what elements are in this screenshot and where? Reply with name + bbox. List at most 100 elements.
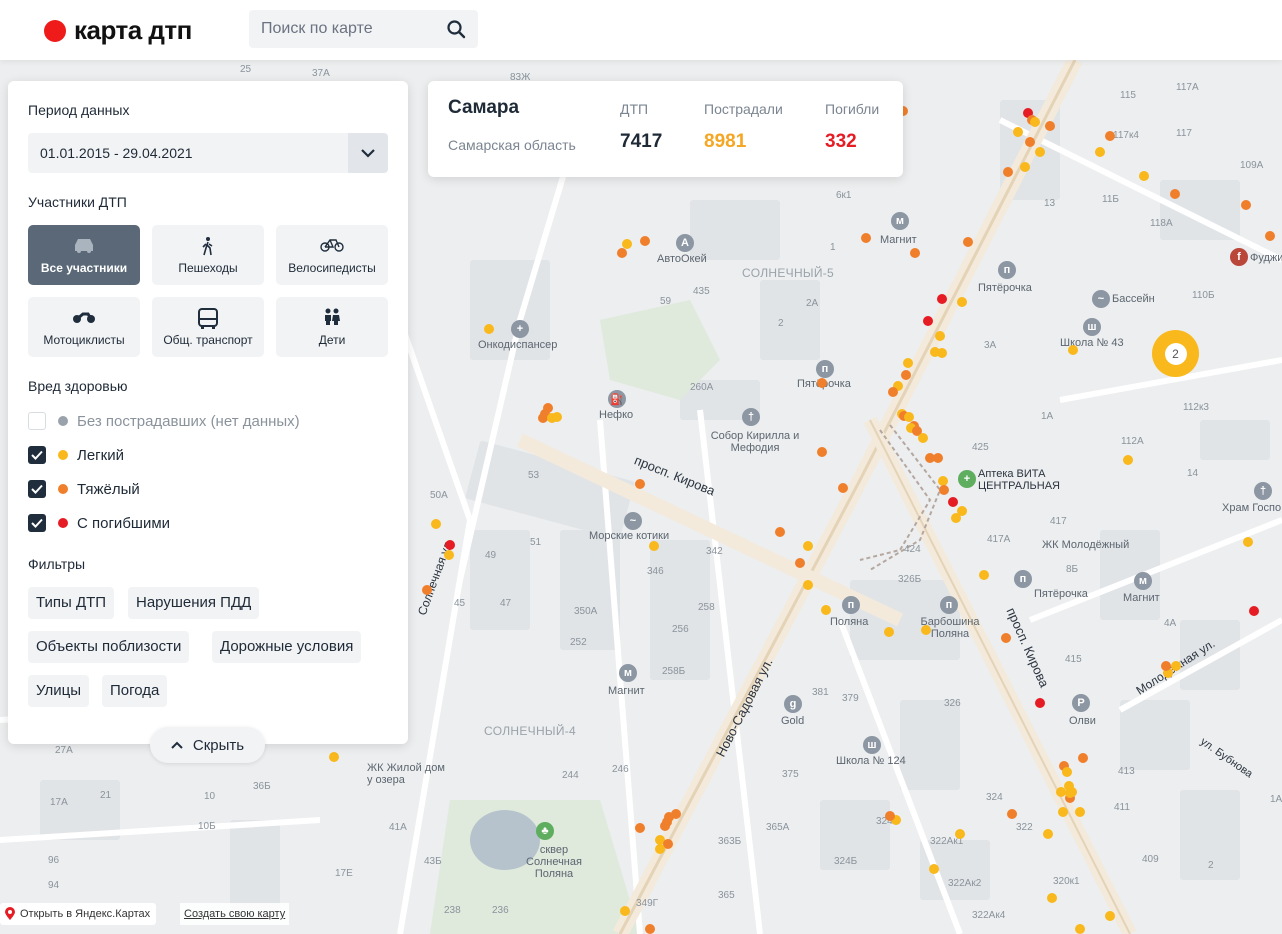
create-map-link[interactable]: Создать свою карту — [180, 903, 290, 925]
search-icon[interactable] — [446, 19, 466, 39]
accident-marker[interactable] — [963, 237, 973, 247]
poi-label[interactable]: Онкодиспансер — [478, 339, 557, 351]
accident-marker[interactable] — [1068, 345, 1078, 355]
accident-marker[interactable] — [1043, 829, 1053, 839]
open-in-yandex-link[interactable]: Открыть в Яндекс.Картах — [0, 903, 157, 925]
accident-marker[interactable] — [640, 236, 650, 246]
accident-marker[interactable] — [617, 248, 627, 258]
poi-label[interactable]: Магнит — [1123, 592, 1160, 604]
checkbox-checked[interactable] — [28, 446, 46, 464]
shop-icon[interactable]: п — [998, 261, 1016, 279]
poi-label[interactable]: Храм Госпо — [1222, 502, 1281, 514]
accident-marker[interactable] — [775, 527, 785, 537]
shop-icon[interactable]: м — [891, 212, 909, 230]
participant-transport-button[interactable]: Общ. транспорт — [152, 297, 264, 357]
harm-light-checkbox[interactable]: Легкий — [28, 445, 124, 465]
church-icon[interactable]: † — [1254, 482, 1272, 500]
hide-panel-button[interactable]: Скрыть — [150, 727, 265, 763]
site-logo[interactable]: карта дтп — [44, 15, 192, 46]
shop-icon[interactable]: м — [1134, 572, 1152, 590]
participant-cyclists-button[interactable]: Велосипедисты — [276, 225, 388, 285]
fuel-icon[interactable]: P — [1072, 694, 1090, 712]
accident-marker[interactable] — [1243, 537, 1253, 547]
accident-cluster[interactable]: 2 — [1152, 330, 1199, 377]
accident-marker[interactable] — [620, 906, 630, 916]
sport-icon[interactable]: ~ — [624, 512, 642, 530]
accident-marker[interactable] — [918, 433, 928, 443]
poi-label[interactable]: Нефко — [599, 409, 633, 421]
accident-marker[interactable] — [431, 519, 441, 529]
poi-label[interactable]: Олви — [1069, 715, 1096, 727]
accident-marker[interactable] — [957, 297, 967, 307]
accident-marker[interactable] — [935, 331, 945, 341]
accident-marker[interactable] — [979, 570, 989, 580]
shop-icon[interactable]: п — [842, 596, 860, 614]
school-icon[interactable]: ш — [863, 736, 881, 754]
accident-marker[interactable] — [884, 627, 894, 637]
filter-weather[interactable]: Погода — [102, 675, 168, 707]
checkbox-checked[interactable] — [28, 480, 46, 498]
accident-marker[interactable] — [1003, 167, 1013, 177]
accident-marker[interactable] — [1249, 606, 1259, 616]
poi-label[interactable]: Собор Кирилла и Мефодия — [710, 430, 800, 454]
accident-marker[interactable] — [937, 294, 947, 304]
accident-marker[interactable] — [1241, 200, 1251, 210]
accident-marker[interactable] — [1170, 189, 1180, 199]
checkbox-unchecked[interactable] — [28, 412, 46, 430]
accident-marker[interactable] — [910, 248, 920, 258]
accident-marker[interactable] — [671, 809, 681, 819]
filter-road-conditions[interactable]: Дорожные условия — [212, 631, 362, 663]
checkbox-checked[interactable] — [28, 514, 46, 532]
filter-streets[interactable]: Улицы — [28, 675, 90, 707]
accident-marker[interactable] — [939, 485, 949, 495]
accident-marker[interactable] — [923, 316, 933, 326]
accident-marker[interactable] — [1058, 807, 1068, 817]
jewelry-icon[interactable]: g — [784, 695, 802, 713]
accident-marker[interactable] — [1265, 231, 1275, 241]
accident-marker[interactable] — [838, 483, 848, 493]
filter-violations[interactable]: Нарушения ПДД — [128, 587, 260, 619]
accident-marker[interactable] — [901, 370, 911, 380]
park-icon[interactable]: ♣ — [536, 822, 554, 840]
poi-label[interactable]: Пятёрочка — [978, 282, 1032, 294]
participant-motorcyclists-button[interactable]: Мотоциклисты — [28, 297, 140, 357]
accident-marker[interactable] — [1095, 147, 1105, 157]
accident-marker[interactable] — [1123, 455, 1133, 465]
poi-label[interactable]: Фуджи — [1250, 252, 1282, 264]
accident-marker[interactable] — [1062, 767, 1072, 777]
poi-label[interactable]: Аптека ВИТА ЦЕНТРАЛЬНАЯ — [978, 468, 1068, 492]
accident-marker[interactable] — [937, 348, 947, 358]
accident-marker[interactable] — [1007, 809, 1017, 819]
shop-icon[interactable]: п — [1014, 570, 1032, 588]
participant-pedestrians-button[interactable]: Пешеходы — [152, 225, 264, 285]
accident-marker[interactable] — [1045, 121, 1055, 131]
accident-marker[interactable] — [1047, 893, 1057, 903]
participant-children-button[interactable]: Дети — [276, 297, 388, 357]
poi-label[interactable]: сквер Солнечная Поляна — [514, 844, 594, 880]
accident-marker[interactable] — [484, 324, 494, 334]
accident-marker[interactable] — [803, 580, 813, 590]
accident-marker[interactable] — [929, 864, 939, 874]
shop-icon[interactable]: м — [619, 664, 637, 682]
restaurant-icon[interactable]: f — [1230, 248, 1248, 266]
accident-marker[interactable] — [1078, 753, 1088, 763]
accident-marker[interactable] — [1035, 698, 1045, 708]
pharmacy-icon[interactable]: + — [958, 470, 976, 488]
poi-label[interactable]: Поляна — [830, 616, 868, 628]
accident-marker[interactable] — [1013, 127, 1023, 137]
school-icon[interactable]: ш — [1083, 318, 1101, 336]
accident-marker[interactable] — [955, 829, 965, 839]
poi-label[interactable]: Магнит — [608, 685, 645, 697]
church-icon[interactable]: † — [742, 408, 760, 426]
accident-marker[interactable] — [1161, 661, 1171, 671]
accident-marker[interactable] — [861, 233, 871, 243]
filter-nearby-objects[interactable]: Объекты поблизости — [28, 631, 190, 663]
filter-accident-types[interactable]: Типы ДТП — [28, 587, 115, 619]
accident-marker[interactable] — [933, 453, 943, 463]
accident-marker[interactable] — [1030, 117, 1040, 127]
accident-marker[interactable] — [649, 541, 659, 551]
period-select[interactable]: 01.01.2015 - 29.04.2021 — [28, 133, 388, 173]
accident-marker[interactable] — [635, 823, 645, 833]
accident-marker[interactable] — [1105, 911, 1115, 921]
accident-marker[interactable] — [817, 447, 827, 457]
